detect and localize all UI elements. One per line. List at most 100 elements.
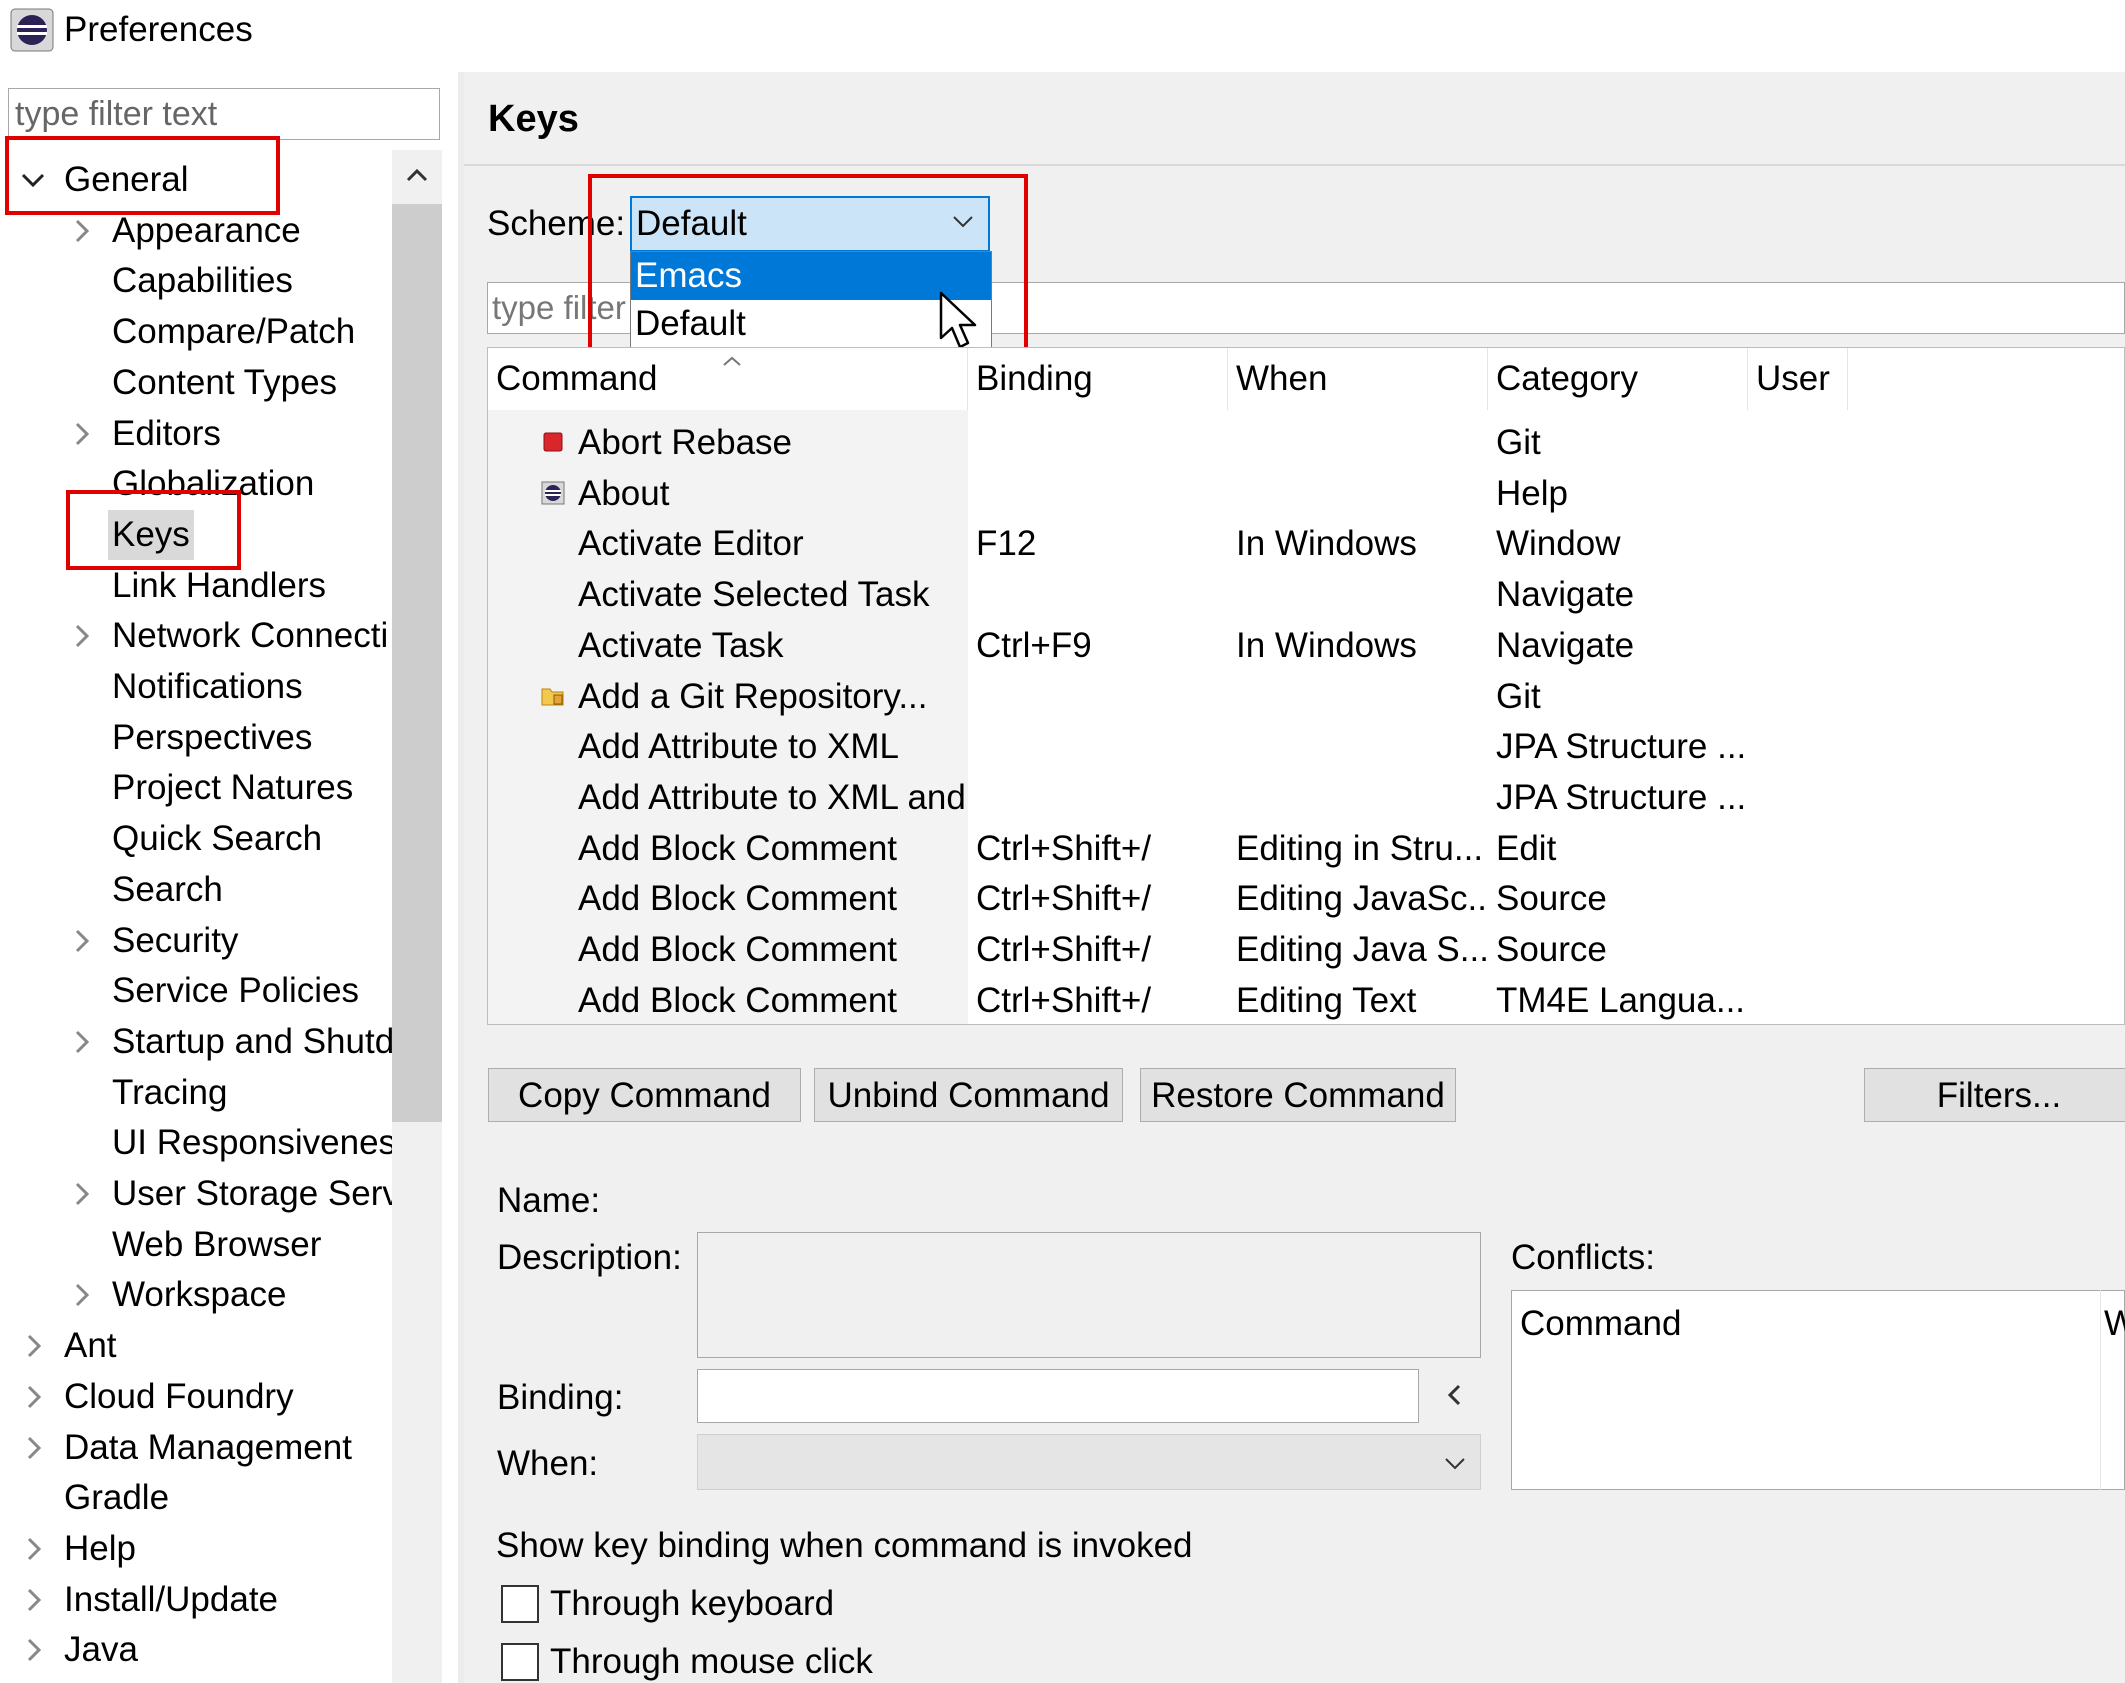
table-row[interactable]: Add Attribute to XML and JPA Structure ..… — [488, 772, 2124, 823]
table-row[interactable]: Add Block Comment Ctrl+Shift+/ Editing Jav… — [488, 873, 2124, 924]
cell-command: Add Attribute to XML and — [578, 777, 966, 817]
cell-category: Help — [1496, 473, 1568, 513]
tree-item[interactable]: Project Natures — [0, 763, 392, 813]
table-row[interactable]: Activate Editor F12 In Windows Window — [488, 518, 2124, 569]
binding-input[interactable] — [697, 1369, 1419, 1423]
chevron-right-icon[interactable] — [18, 1635, 48, 1665]
cell-binding — [976, 772, 1228, 823]
cell-category: Git — [1496, 676, 1541, 716]
chevron-right-icon[interactable] — [18, 1585, 48, 1615]
through-mouse-checkbox[interactable] — [501, 1643, 539, 1681]
tree-item-label: Search — [112, 869, 223, 909]
column-header-user[interactable]: User — [1748, 348, 1848, 410]
chevron-right-icon[interactable] — [66, 1027, 96, 1057]
tree-item-label: Content Types — [112, 362, 338, 402]
cell-command: Add a Git Repository... — [578, 676, 928, 716]
tree-item[interactable]: Notifications — [0, 662, 392, 712]
table-row[interactable]: Add Block Comment Ctrl+Shift+/ Editing Tex… — [488, 975, 2124, 1024]
cell-when — [1236, 569, 1488, 620]
table-row[interactable]: Activate Selected Task Navigate — [488, 569, 2124, 620]
through-mouse-label[interactable]: Through mouse click — [550, 1642, 873, 1682]
table-row[interactable]: Activate Task Ctrl+F9 In Windows Navigate — [488, 620, 2124, 671]
tree-item[interactable]: Quick Search — [0, 814, 392, 864]
table-row[interactable]: About Help — [488, 468, 2124, 519]
cell-binding: Ctrl+F9 — [976, 625, 1092, 665]
chevron-right-icon[interactable] — [66, 926, 96, 956]
cell-category: Source — [1496, 930, 1607, 969]
description-field[interactable] — [697, 1232, 1481, 1358]
filters-button[interactable]: Filters... — [1864, 1068, 2125, 1122]
highlight-keys — [66, 490, 241, 570]
chevron-left-icon[interactable] — [1440, 1380, 1470, 1410]
sort-ascending-icon — [723, 356, 741, 366]
tree-item[interactable]: Network Connecti — [0, 611, 392, 661]
chevron-right-icon[interactable] — [18, 1331, 48, 1361]
cell-user — [1756, 873, 1848, 924]
tree-item[interactable]: Compare/Patch — [0, 307, 392, 357]
tree-item[interactable]: Cloud Foundry — [0, 1372, 392, 1422]
cell-binding: Ctrl+Shift+/ — [976, 879, 1152, 919]
chevron-right-icon[interactable] — [18, 1433, 48, 1463]
tree-item[interactable]: Gradle — [0, 1473, 392, 1523]
table-row[interactable]: Add Block Comment Ctrl+Shift+/ Editing Jav… — [488, 924, 2124, 975]
tree-item[interactable]: Service Policies — [0, 966, 392, 1016]
cell-binding — [976, 721, 1228, 772]
tree-item[interactable]: User Storage Serv — [0, 1169, 392, 1219]
cell-user — [1756, 468, 1848, 519]
scroll-up-icon[interactable] — [392, 150, 442, 200]
tree-item[interactable]: Capabilities — [0, 256, 392, 306]
table-row[interactable]: Add a Git Repository... Git — [488, 671, 2124, 722]
git-repository-icon — [541, 688, 564, 705]
tree-item[interactable]: Web Browser — [0, 1220, 392, 1270]
column-header-binding[interactable]: Binding — [968, 348, 1228, 410]
through-keyboard-checkbox[interactable] — [501, 1585, 539, 1623]
table-row[interactable]: Add Attribute to XML JPA Structure ... — [488, 721, 2124, 772]
copy-command-button[interactable]: Copy Command — [488, 1068, 801, 1122]
column-header-category[interactable]: Category — [1488, 348, 1748, 410]
cell-when: In Windows — [1236, 625, 1417, 665]
tree-item[interactable]: Editors — [0, 409, 392, 459]
chevron-down-icon[interactable] — [1440, 1448, 1470, 1478]
chevron-right-icon[interactable] — [66, 419, 96, 449]
eclipse-icon — [541, 481, 565, 505]
cell-category: TM4E Langua... — [1496, 980, 1746, 1020]
tree-item[interactable]: Tracing — [0, 1068, 392, 1118]
cell-command: Add Block Comment — [578, 930, 898, 969]
tree-item[interactable]: Security — [0, 916, 392, 966]
tree-item-label: Workspace — [112, 1275, 287, 1315]
when-select[interactable] — [697, 1434, 1481, 1490]
unbind-command-button[interactable]: Unbind Command — [814, 1068, 1123, 1122]
chevron-right-icon[interactable] — [18, 1534, 48, 1564]
tree-item[interactable]: Startup and Shutd — [0, 1017, 392, 1067]
restore-command-button[interactable]: Restore Command — [1140, 1068, 1456, 1122]
tree-item-label: Gradle — [64, 1478, 170, 1518]
chevron-right-icon[interactable] — [66, 621, 96, 651]
tree-item-label: Tracing — [112, 1072, 228, 1112]
chevron-right-icon[interactable] — [66, 1280, 96, 1310]
chevron-right-icon[interactable] — [66, 1179, 96, 1209]
tree-item[interactable]: Search — [0, 865, 392, 915]
through-keyboard-label[interactable]: Through keyboard — [550, 1584, 834, 1624]
binding-label: Binding: — [497, 1378, 624, 1417]
cell-command: Add Block Comment — [578, 980, 898, 1020]
tree-item[interactable]: Help — [0, 1524, 392, 1574]
chevron-right-icon[interactable] — [66, 216, 96, 246]
column-header-when[interactable]: When — [1228, 348, 1488, 410]
tree-item[interactable]: Java — [0, 1625, 392, 1675]
tree-item[interactable]: Content Types — [0, 358, 392, 408]
stop-icon — [543, 432, 563, 452]
table-row[interactable]: Abort Rebase Git — [488, 417, 2124, 468]
tree-item[interactable]: Data Management — [0, 1423, 392, 1473]
tree-filter-input[interactable] — [8, 88, 440, 140]
tree-item-label: Network Connecti — [112, 616, 389, 656]
cell-user — [1756, 417, 1848, 468]
tree-item[interactable]: Workspace — [0, 1270, 392, 1320]
chevron-right-icon[interactable] — [18, 1382, 48, 1412]
tree-item[interactable]: UI Responsiveness — [0, 1118, 392, 1168]
table-row[interactable]: Add Block Comment Ctrl+Shift+/ Editing in … — [488, 823, 2124, 874]
tree-item[interactable]: Perspectives — [0, 713, 392, 763]
keys-table[interactable]: Command Binding When Category User Abort… — [487, 347, 2125, 1025]
tree-item[interactable]: Ant — [0, 1321, 392, 1371]
tree-scroll-thumb[interactable] — [392, 204, 442, 1122]
tree-item[interactable]: Install/Update — [0, 1575, 392, 1625]
